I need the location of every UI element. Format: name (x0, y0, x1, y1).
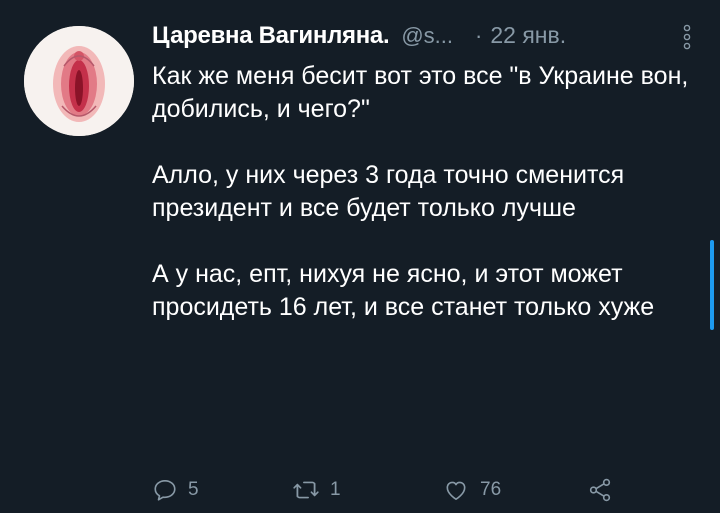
separator-dot: · (475, 23, 483, 48)
tweet-paragraph: Алло, у них через 3 года точно сменится … (152, 161, 625, 222)
tweet-card[interactable]: Царевна Вагинляна. @s... · 22 янв. Как ж… (0, 0, 720, 513)
share-icon (589, 478, 611, 502)
like-count: 76 (480, 479, 502, 500)
scrollbar[interactable] (710, 240, 714, 330)
author-handle[interactable]: @s... (401, 23, 453, 49)
tweet-paragraph: А у нас, епт, нихуя не ясно, и этот може… (152, 260, 655, 321)
reply-icon (154, 479, 176, 501)
tweet-header: Царевна Вагинляна. @s... · 22 янв. (152, 22, 680, 62)
author-name[interactable]: Царевна Вагинляна. (152, 22, 390, 50)
like-button[interactable]: 76 (442, 477, 501, 503)
heart-icon (446, 481, 466, 501)
avatar-image (24, 26, 134, 136)
reply-count: 5 (188, 479, 199, 500)
retweet-icon (293, 481, 319, 499)
more-vertical-icon[interactable] (682, 24, 692, 50)
avatar[interactable] (24, 26, 134, 136)
tweet-date[interactable]: 22 янв. (490, 22, 566, 49)
tweet-text: Как же меня бесит вот это все "в Украине… (152, 60, 692, 357)
retweet-button[interactable]: 1 (292, 477, 341, 503)
retweet-count: 1 (330, 479, 341, 500)
reply-button[interactable]: 5 (152, 477, 199, 503)
share-button[interactable] (587, 477, 613, 503)
tweet-paragraph: Как же меня бесит вот это все "в Украине… (152, 62, 689, 123)
tweet-actions: 5 1 76 (152, 472, 622, 508)
